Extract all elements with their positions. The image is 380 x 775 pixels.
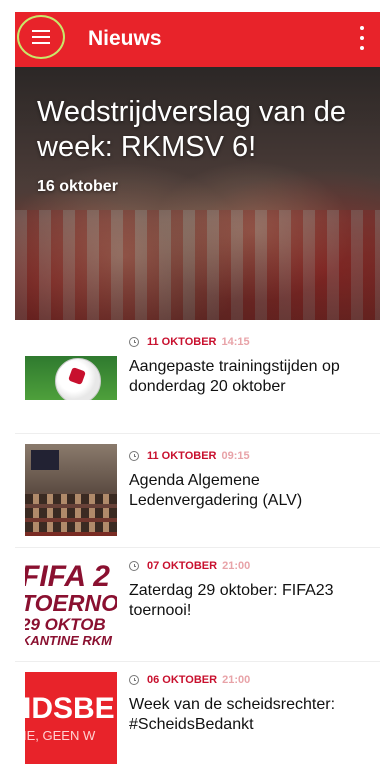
list-item[interactable]: IDSBE IE, GEEN W 06 OKTOBER 21:00 Week v…: [15, 662, 380, 775]
list-item[interactable]: 11 OKTOBER 14:15 Aangepaste trainingstij…: [15, 320, 380, 434]
article-time: 14:15: [221, 336, 250, 348]
thumbnail-referee-banner: IDSBE IE, GEEN W: [25, 672, 117, 764]
article-time: 21:00: [222, 560, 251, 572]
article-time: 21:00: [222, 674, 251, 686]
more-vertical-icon[interactable]: [358, 26, 366, 50]
article-title: Aangepaste trainingstijden op donderdag …: [129, 358, 340, 395]
article-title: Agenda Algemene Ledenvergadering (ALV): [129, 472, 303, 509]
clock-icon: [129, 451, 139, 461]
article-time: 09:15: [221, 450, 250, 462]
hamburger-menu-icon[interactable]: [17, 15, 65, 59]
article-title: Zaterdag 29 oktober: FIFA23 toernooi!: [129, 582, 334, 619]
list-item[interactable]: FIFA 2 TOERNO 29 OKTOB KANTINE RKM 07 OK…: [15, 548, 380, 662]
article-meta: 11 OKTOBER 09:15: [129, 450, 250, 462]
clock-icon: [129, 337, 139, 347]
article-meta: 07 OKTOBER 21:00: [129, 560, 250, 572]
clock-icon: [129, 561, 139, 571]
app-bar: Nieuws: [15, 12, 380, 67]
thumbnail-fifa-poster: FIFA 2 TOERNO 29 OKTOB KANTINE RKM: [25, 560, 117, 652]
article-meta: 11 OKTOBER 14:15: [129, 336, 250, 348]
list-item[interactable]: 11 OKTOBER 09:15 Agenda Algemene Ledenve…: [15, 434, 380, 548]
article-date: 11 OKTOBER: [147, 450, 217, 462]
featured-article[interactable]: Wedstrijdverslag van de week: RKMSV 6! 1…: [15, 67, 380, 320]
article-date: 06 OKTOBER: [147, 674, 218, 686]
featured-date: 16 oktober: [37, 178, 118, 195]
thumbnail-football: [25, 356, 117, 400]
article-date: 11 OKTOBER: [147, 336, 217, 348]
article-date: 07 OKTOBER: [147, 560, 218, 572]
article-meta: 06 OKTOBER 21:00: [129, 674, 250, 686]
clock-icon: [129, 675, 139, 685]
thumbnail-meeting: [25, 444, 117, 536]
page-title: Nieuws: [88, 27, 162, 50]
article-title: Week van de scheidsrechter: #ScheidsBeda…: [129, 696, 336, 733]
featured-title: Wedstrijdverslag van de week: RKMSV 6!: [37, 96, 346, 163]
